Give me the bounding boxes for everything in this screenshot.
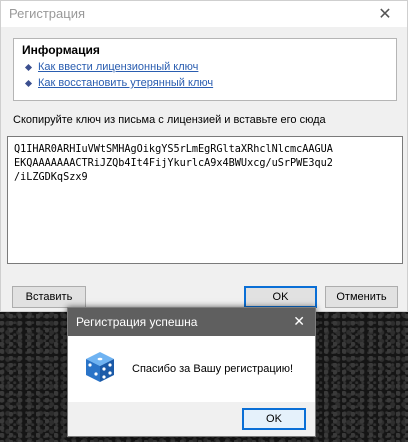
window-title: Регистрация: [9, 6, 85, 21]
dice-icon: [83, 350, 117, 387]
dialog-title: Регистрация успешна: [76, 315, 198, 329]
dialog-footer: OK: [68, 402, 315, 436]
registration-window: Регистрация ✕ Информация Как ввести лице…: [0, 0, 408, 312]
close-icon[interactable]: ✕: [293, 313, 305, 330]
bullet-icon: [24, 63, 33, 71]
title-bar: Регистрация ✕: [1, 1, 407, 27]
info-title: Информация: [22, 43, 100, 57]
dialog-message: Спасибо за Вашу регистрацию!: [132, 363, 294, 375]
dialog-body: Спасибо за Вашу регистрацию!: [68, 336, 315, 402]
cancel-button[interactable]: Отменить: [325, 286, 398, 308]
link-label[interactable]: Как восстановить утерянный ключ: [38, 77, 213, 89]
insert-button[interactable]: Вставить: [12, 286, 86, 308]
dialog-title-bar: Регистрация успешна ✕: [68, 308, 315, 336]
success-dialog: Регистрация успешна ✕ Спасибо за Вашу ре…: [67, 307, 316, 437]
info-panel: Информация Как ввести лицензионный ключ …: [13, 38, 397, 101]
close-icon[interactable]: ✕: [363, 1, 407, 27]
help-link-enter-key[interactable]: Как ввести лицензионный ключ: [24, 61, 388, 73]
help-link-restore-key[interactable]: Как восстановить утерянный ключ: [24, 77, 388, 89]
key-line: Q1IHAR0ARHIuVWtSMHAgOikgYS5rLmEgRGltaXRh…: [14, 144, 333, 155]
dialog-ok-button[interactable]: OK: [242, 408, 306, 430]
license-key-textarea[interactable]: Q1IHAR0ARHIuVWtSMHAgOikgYS5rLmEgRGltaXRh…: [7, 136, 403, 264]
key-line: EKQAAAAAAACTRiJZQb4It4FijYkurlcA9x4BWUxc…: [14, 158, 333, 169]
instruction-label: Скопируйте ключ из письма с лицензией и …: [13, 114, 326, 126]
link-label[interactable]: Как ввести лицензионный ключ: [38, 61, 198, 73]
key-line: /iLZGDKqSzx9: [14, 172, 88, 183]
bullet-icon: [24, 79, 33, 87]
ok-button[interactable]: OK: [244, 286, 317, 308]
